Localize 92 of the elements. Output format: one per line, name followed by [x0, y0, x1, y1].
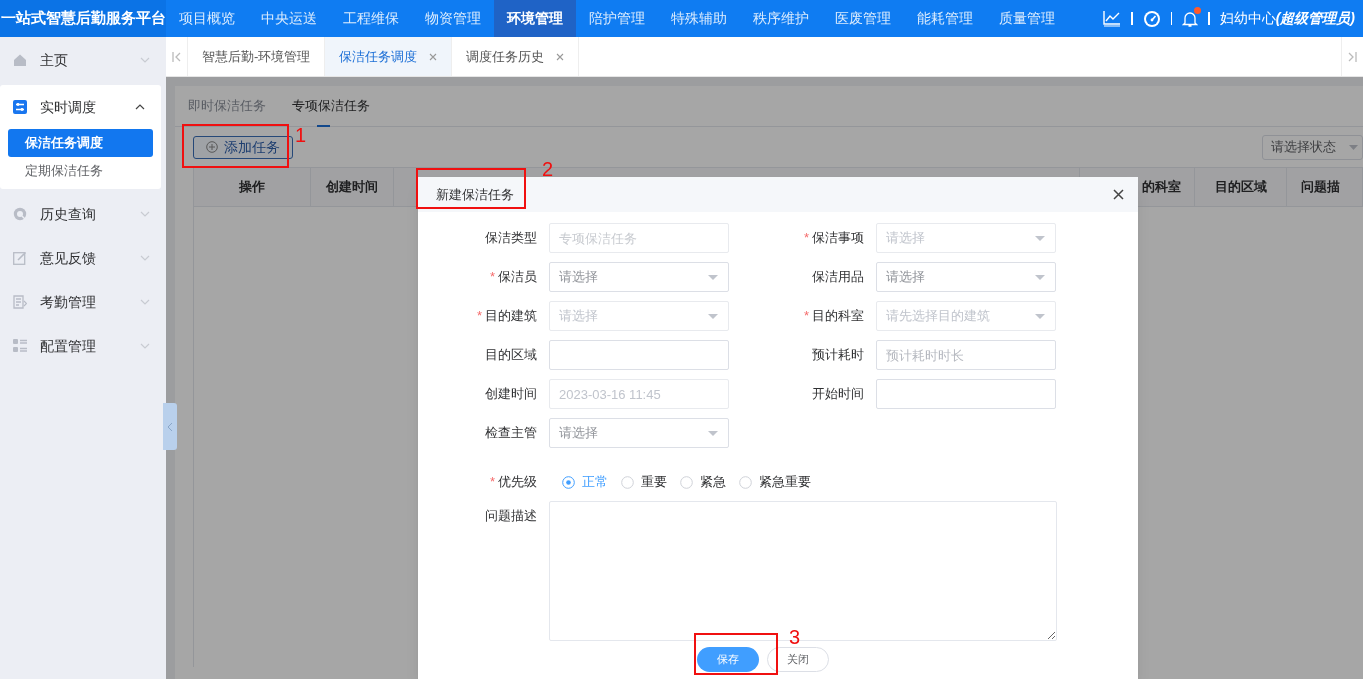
nav-tab[interactable]: 秩序维护 [740, 0, 822, 37]
nav-tab[interactable]: 医废管理 [822, 0, 904, 37]
chevron-down-icon [140, 57, 150, 63]
app-title: 一站式智慧后勤服务平台 [0, 0, 166, 37]
page-tab[interactable]: 调度任务历史 [452, 37, 580, 76]
sub-tab[interactable]: 专项保洁任务 [292, 86, 370, 126]
nav-tab[interactable]: 项目概览 [166, 0, 248, 37]
radio-option[interactable]: 紧急重要 [739, 472, 811, 492]
column-header: 问题描 [1287, 168, 1363, 206]
grid-list-icon [13, 339, 27, 353]
select-field[interactable]: 请选择 [876, 262, 1056, 292]
close-button[interactable]: 关闭 [767, 647, 829, 672]
dropdown-arrow-icon [1035, 313, 1045, 319]
field-label: 保洁用品 [812, 268, 864, 287]
dropdown-arrow-icon [1035, 274, 1045, 280]
chevron-down-icon [140, 299, 150, 305]
sidebar-item[interactable]: 历史查询 [0, 192, 166, 236]
nav-tab[interactable]: 物资管理 [412, 0, 494, 37]
chevron-down-icon [140, 255, 150, 261]
close-icon[interactable] [1113, 189, 1124, 200]
sidebar-item[interactable]: 考勤管理 [0, 280, 166, 324]
dropdown-arrow-icon [708, 313, 718, 319]
nav-tab[interactable]: 中央运送 [248, 0, 330, 37]
field-label: 保洁类型 [485, 229, 537, 248]
add-task-button[interactable]: 添加任务 [193, 135, 293, 159]
field-label: 目的区域 [485, 346, 537, 365]
nav-tab[interactable]: 特殊辅助 [658, 0, 740, 37]
sub-tab[interactable]: 即时保洁任务 [188, 86, 266, 126]
field-label: * 保洁事项 [803, 229, 864, 248]
bell-icon[interactable] [1182, 9, 1199, 28]
scroll-right-icon[interactable] [1348, 51, 1357, 62]
nav-tab[interactable]: 环境管理 [494, 0, 576, 37]
radio-icon[interactable] [739, 475, 752, 489]
nav-tab[interactable]: 工程维保 [330, 0, 412, 37]
nav-tab[interactable]: 陪护管理 [576, 0, 658, 37]
status-select[interactable]: 请选择状态 [1262, 134, 1363, 160]
dialog-title: 新建保洁任务 [436, 185, 514, 204]
input-field[interactable] [876, 379, 1056, 409]
step-number: 3 [789, 626, 801, 648]
sidebar-item[interactable]: 实时调度 [0, 85, 161, 129]
home-icon [13, 53, 27, 67]
column-header: 创建时间 [311, 168, 394, 206]
user-role: (超级管理员) [1275, 9, 1355, 28]
radio-icon[interactable] [680, 475, 693, 489]
user-name[interactable]: 妇幼中心 [1219, 8, 1276, 29]
column-header: 操作 [194, 168, 311, 206]
field-label: * 目的建筑 [476, 307, 537, 326]
field-label: 检查主管 [485, 424, 537, 443]
column-header: 目的区域 [1195, 168, 1287, 206]
dropdown-arrow-icon [1349, 144, 1358, 150]
chevron-up-icon [135, 104, 145, 110]
chart-icon[interactable] [1103, 10, 1122, 27]
sliders-icon [13, 100, 27, 114]
step-number: 2 [542, 158, 554, 180]
field-label: 创建时间 [485, 385, 537, 404]
select-field[interactable]: 请选择 [549, 418, 729, 448]
radio-icon[interactable] [621, 475, 634, 489]
save-button[interactable]: 保存 [697, 647, 759, 672]
sidebar-subitem[interactable]: 保洁任务调度 [8, 129, 153, 157]
document-icon [13, 295, 27, 309]
radio-option[interactable]: 重要 [621, 472, 667, 492]
nav-tab[interactable]: 质量管理 [986, 0, 1068, 37]
chevron-down-icon [140, 343, 150, 349]
search-icon [13, 207, 27, 221]
nav-tab[interactable]: 能耗管理 [904, 0, 986, 37]
dropdown-arrow-icon [708, 430, 718, 436]
dropdown-arrow-icon [708, 274, 718, 280]
gauge-icon[interactable] [1142, 9, 1161, 28]
field-label: * 目的科室 [803, 307, 864, 326]
input-field[interactable]: 预计耗时时长 [876, 340, 1056, 370]
sidebar-item[interactable]: 配置管理 [0, 324, 166, 368]
sidebar-collapse-handle[interactable] [163, 403, 177, 450]
sidebar-subitem[interactable]: 定期保洁任务 [8, 157, 153, 185]
step-number: 1 [295, 124, 307, 146]
field-label: 开始时间 [812, 385, 864, 404]
radio-option[interactable]: 正常 [562, 472, 608, 492]
input-field[interactable] [549, 340, 729, 370]
field-label: 预计耗时 [812, 346, 864, 365]
scroll-left-icon[interactable] [172, 51, 181, 62]
chevron-down-icon [140, 211, 150, 217]
plus-circle-icon [206, 141, 218, 153]
field-label: * 优先级 [489, 473, 537, 492]
field-label: 问题描述 [485, 507, 537, 526]
page-tab[interactable]: 保洁任务调度 [325, 37, 453, 76]
sidebar-item[interactable]: 主页 [0, 38, 166, 82]
radio-option[interactable]: 紧急 [680, 472, 726, 492]
radio-selected-icon[interactable] [562, 475, 575, 489]
edit-icon [13, 251, 27, 265]
field-label: * 保洁员 [489, 268, 537, 287]
dropdown-arrow-icon [1035, 235, 1045, 241]
select-field[interactable]: 请选择 [549, 262, 729, 292]
sidebar-item[interactable]: 意见反馈 [0, 236, 166, 280]
